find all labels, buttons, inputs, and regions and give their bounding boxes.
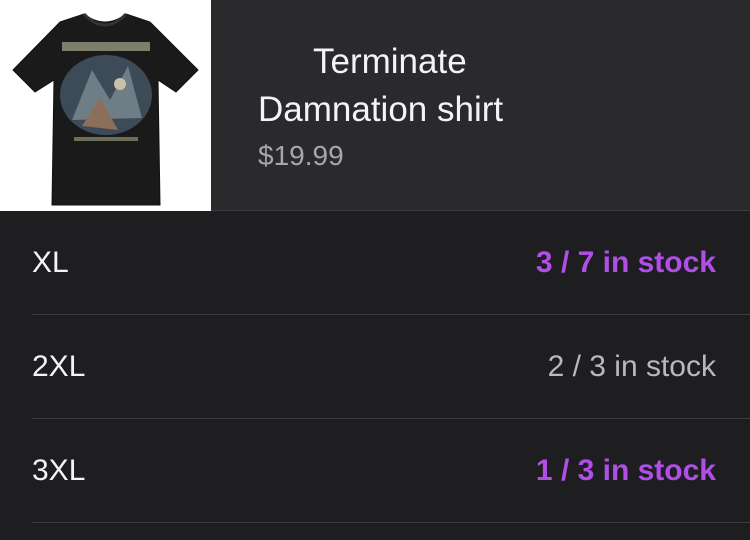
variant-stock: 1 / 3 in stock: [535, 454, 716, 487]
variant-size: XL: [32, 246, 69, 279]
variant-stock: 2 / 3 in stock: [547, 350, 716, 383]
product-header: Terminate Damnation shirt $19.99: [0, 0, 750, 211]
variant-list: XL 3 / 7 in stock 2XL 2 / 3 in stock 3XL…: [0, 211, 750, 523]
product-title: Terminate Damnation shirt: [258, 42, 504, 129]
variant-row[interactable]: 3XL 1 / 3 in stock: [0, 419, 750, 523]
variant-row[interactable]: XL 3 / 7 in stock: [0, 211, 750, 315]
variant-row[interactable]: 2XL 2 / 3 in stock: [0, 315, 750, 419]
product-image[interactable]: [0, 0, 211, 211]
t-shirt-icon: [12, 12, 199, 206]
product-price: $19.99: [258, 140, 344, 171]
variant-size: 2XL: [32, 350, 86, 383]
variant-size: 3XL: [32, 454, 86, 487]
variant-stock: 3 / 7 in stock: [535, 246, 716, 279]
